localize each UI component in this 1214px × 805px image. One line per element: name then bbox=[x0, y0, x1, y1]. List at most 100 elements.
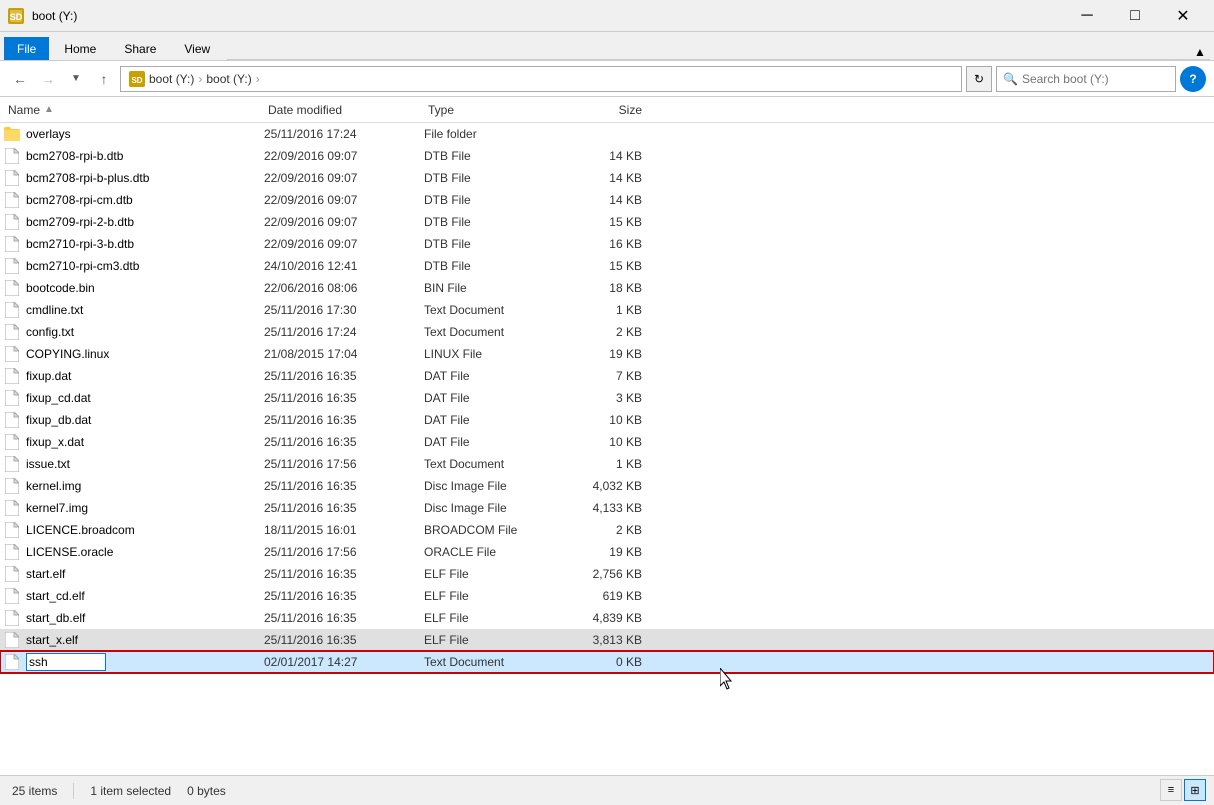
table-row[interactable]: COPYING.linux21/08/2015 17:04LINUX File1… bbox=[0, 343, 1214, 365]
svg-text:SD: SD bbox=[10, 12, 23, 22]
close-button[interactable]: ✕ bbox=[1160, 0, 1206, 32]
up-button[interactable]: ↑ bbox=[92, 67, 116, 91]
file-name: fixup_cd.dat bbox=[26, 391, 264, 405]
file-type: ELF File bbox=[424, 567, 564, 581]
file-name: bcm2708-rpi-b.dtb bbox=[26, 149, 264, 163]
file-size: 2,756 KB bbox=[564, 567, 654, 581]
file-type: DAT File bbox=[424, 369, 564, 383]
table-row[interactable]: LICENCE.broadcom18/11/2015 16:01BROADCOM… bbox=[0, 519, 1214, 541]
file-size: 14 KB bbox=[564, 171, 654, 185]
table-row[interactable]: overlays25/11/2016 17:24File folder bbox=[0, 123, 1214, 145]
file-icon bbox=[4, 280, 20, 296]
table-row[interactable]: kernel7.img25/11/2016 16:35Disc Image Fi… bbox=[0, 497, 1214, 519]
forward-button[interactable]: → bbox=[36, 67, 60, 91]
help-button[interactable]: ? bbox=[1180, 66, 1206, 92]
file-icon bbox=[4, 500, 20, 516]
file-date: 18/11/2015 16:01 bbox=[264, 523, 424, 537]
address-box[interactable]: SD boot (Y:) › boot (Y:) › bbox=[120, 66, 962, 92]
maximize-button[interactable]: □ bbox=[1112, 0, 1158, 32]
file-type: BROADCOM File bbox=[424, 523, 564, 537]
table-row[interactable]: config.txt25/11/2016 17:24Text Document2… bbox=[0, 321, 1214, 343]
file-name: LICENCE.broadcom bbox=[26, 523, 264, 537]
back-button[interactable]: ← bbox=[8, 67, 32, 91]
table-row[interactable]: bcm2708-rpi-b.dtb22/09/2016 09:07DTB Fil… bbox=[0, 145, 1214, 167]
table-row[interactable]: bcm2708-rpi-cm.dtb22/09/2016 09:07DTB Fi… bbox=[0, 189, 1214, 211]
file-type: ELF File bbox=[424, 611, 564, 625]
details-view-button[interactable]: ≡ bbox=[1160, 779, 1182, 801]
col-header-date[interactable]: Date modified bbox=[264, 103, 424, 117]
file-type: Text Document bbox=[424, 325, 564, 339]
col-header-size[interactable]: Size bbox=[564, 103, 654, 117]
file-size: 18 KB bbox=[564, 281, 654, 295]
file-name: start_cd.elf bbox=[26, 589, 264, 603]
file-type: Text Document bbox=[424, 457, 564, 471]
file-icon bbox=[4, 522, 20, 538]
tab-home[interactable]: Home bbox=[51, 37, 109, 60]
file-size: 3 KB bbox=[564, 391, 654, 405]
file-date: 25/11/2016 16:35 bbox=[264, 391, 424, 405]
file-name[interactable] bbox=[26, 653, 264, 671]
search-box[interactable]: 🔍 bbox=[996, 66, 1176, 92]
address-folder: boot (Y:) bbox=[206, 72, 251, 86]
list-view-button[interactable]: ⊞ bbox=[1184, 779, 1206, 801]
file-icon bbox=[4, 566, 20, 582]
file-size: 10 KB bbox=[564, 413, 654, 427]
table-row[interactable]: bcm2710-rpi-cm3.dtb24/10/2016 12:41DTB F… bbox=[0, 255, 1214, 277]
file-type: Disc Image File bbox=[424, 501, 564, 515]
file-size: 4,133 KB bbox=[564, 501, 654, 515]
dropdown-button[interactable]: ▼ bbox=[64, 67, 88, 91]
table-row[interactable]: start.elf25/11/2016 16:35ELF File2,756 K… bbox=[0, 563, 1214, 585]
file-size: 14 KB bbox=[564, 149, 654, 163]
file-size: 3,813 KB bbox=[564, 633, 654, 647]
file-name: config.txt bbox=[26, 325, 264, 339]
tab-share[interactable]: Share bbox=[111, 37, 169, 60]
table-row[interactable]: fixup.dat25/11/2016 16:35DAT File7 KB bbox=[0, 365, 1214, 387]
file-name: start.elf bbox=[26, 567, 264, 581]
file-name: bcm2708-rpi-b-plus.dtb bbox=[26, 171, 264, 185]
file-name: overlays bbox=[26, 127, 264, 141]
refresh-button[interactable]: ↻ bbox=[966, 66, 992, 92]
file-date: 25/11/2016 17:56 bbox=[264, 457, 424, 471]
tab-view[interactable]: View bbox=[171, 37, 223, 60]
file-name: bootcode.bin bbox=[26, 281, 264, 295]
table-row[interactable]: fixup_cd.dat25/11/2016 16:35DAT File3 KB bbox=[0, 387, 1214, 409]
file-size: 14 KB bbox=[564, 193, 654, 207]
file-name: LICENSE.oracle bbox=[26, 545, 264, 559]
table-row[interactable]: fixup_db.dat25/11/2016 16:35DAT File10 K… bbox=[0, 409, 1214, 431]
item-count: 25 items bbox=[12, 784, 57, 798]
table-row[interactable]: bcm2709-rpi-2-b.dtb22/09/2016 09:07DTB F… bbox=[0, 211, 1214, 233]
col-header-type[interactable]: Type bbox=[424, 103, 564, 117]
file-rename-input[interactable] bbox=[26, 653, 106, 671]
file-type: File folder bbox=[424, 127, 564, 141]
file-icon bbox=[4, 434, 20, 450]
file-size: 1 KB bbox=[564, 457, 654, 471]
minimize-button[interactable]: ─ bbox=[1064, 0, 1110, 32]
col-header-name[interactable]: Name ▲ bbox=[4, 103, 264, 117]
table-row[interactable]: issue.txt25/11/2016 17:56Text Document1 … bbox=[0, 453, 1214, 475]
file-size: 4,839 KB bbox=[564, 611, 654, 625]
file-name: fixup_db.dat bbox=[26, 413, 264, 427]
table-row[interactable]: bcm2708-rpi-b-plus.dtb22/09/2016 09:07DT… bbox=[0, 167, 1214, 189]
ribbon: File Home Share View ▲ bbox=[0, 32, 1214, 61]
table-row[interactable]: LICENSE.oracle25/11/2016 17:56ORACLE Fil… bbox=[0, 541, 1214, 563]
table-row[interactable]: cmdline.txt25/11/2016 17:30Text Document… bbox=[0, 299, 1214, 321]
file-icon bbox=[4, 170, 20, 186]
table-row[interactable]: bootcode.bin22/06/2016 08:06BIN File18 K… bbox=[0, 277, 1214, 299]
tab-file[interactable]: File bbox=[4, 37, 49, 60]
file-type: DTB File bbox=[424, 193, 564, 207]
search-input[interactable] bbox=[1022, 72, 1177, 86]
address-icon: SD bbox=[129, 71, 145, 87]
file-icon bbox=[4, 588, 20, 604]
table-row[interactable]: start_db.elf25/11/2016 16:35ELF File4,83… bbox=[0, 607, 1214, 629]
table-row[interactable]: kernel.img25/11/2016 16:35Disc Image Fil… bbox=[0, 475, 1214, 497]
table-row[interactable]: start_cd.elf25/11/2016 16:35ELF File619 … bbox=[0, 585, 1214, 607]
table-row[interactable]: fixup_x.dat25/11/2016 16:35DAT File10 KB bbox=[0, 431, 1214, 453]
table-row[interactable]: bcm2710-rpi-3-b.dtb22/09/2016 09:07DTB F… bbox=[0, 233, 1214, 255]
file-list[interactable]: overlays25/11/2016 17:24File folder bcm2… bbox=[0, 123, 1214, 776]
table-row[interactable]: start_x.elf25/11/2016 16:35ELF File3,813… bbox=[0, 629, 1214, 651]
status-bar: 25 items 1 item selected 0 bytes ≡ ⊞ bbox=[0, 775, 1214, 805]
file-icon bbox=[4, 302, 20, 318]
table-row[interactable]: 02/01/2017 14:27Text Document0 KB bbox=[0, 651, 1214, 673]
file-date: 25/11/2016 17:24 bbox=[264, 325, 424, 339]
ribbon-collapse[interactable]: ▲ bbox=[1190, 45, 1210, 60]
